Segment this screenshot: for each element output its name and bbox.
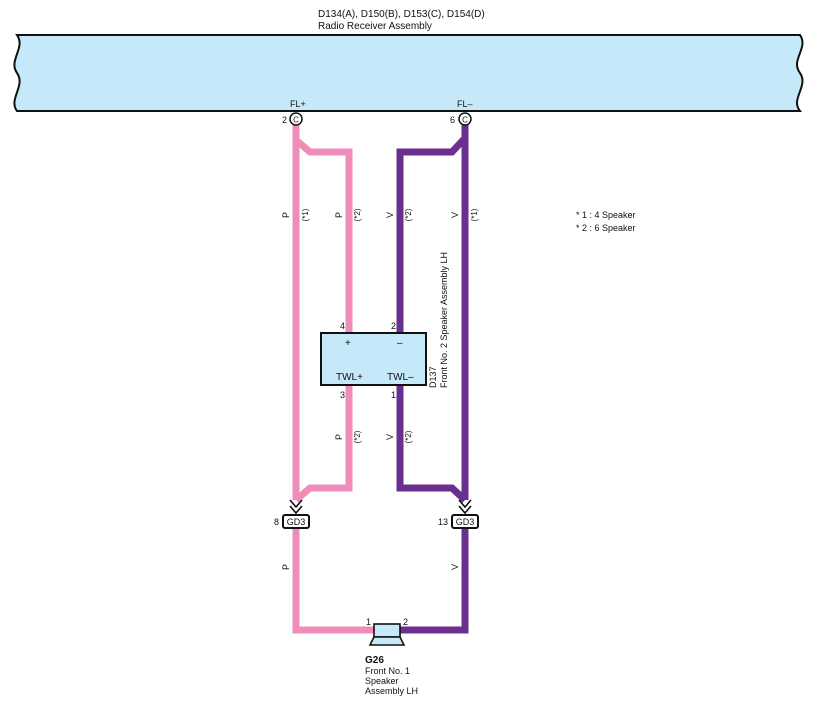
speaker-name-line1: Front No. 1 — [365, 666, 410, 676]
junction-right-label: GD3 — [456, 517, 475, 527]
wire-label-p: P — [334, 212, 344, 218]
wire-label-star2: (*2) — [404, 208, 413, 221]
tweeter-twl-plus: TWL+ — [336, 372, 363, 383]
tweeter-pin-4: 4 — [340, 321, 345, 331]
wire-label-v: V — [450, 212, 460, 218]
wire-label-v: V — [385, 434, 395, 440]
wire-label-v: V — [450, 564, 460, 570]
wire-label-p: P — [281, 212, 291, 218]
radio-assembly-name: Radio Receiver Assembly — [318, 21, 432, 32]
wire-v-to-speaker — [400, 528, 469, 634]
speaker-name-line3: Assembly LH — [365, 686, 418, 696]
svg-text:C: C — [462, 116, 468, 125]
speaker-id: G26 — [365, 655, 384, 666]
tweeter-pin-2: 2 — [391, 321, 396, 331]
wire-label-star1: (*1) — [470, 208, 479, 221]
tweeter-twl-minus: TWL– — [387, 372, 414, 383]
speaker-magnet — [373, 623, 401, 638]
speaker-cone — [368, 636, 406, 646]
tweeter-pin-1: 1 — [391, 390, 396, 400]
svg-text:C: C — [293, 116, 299, 125]
fl-plus-connector: C — [289, 112, 303, 126]
fl-plus-pin-number: 2 — [282, 115, 287, 125]
tweeter-id: D137 — [428, 366, 438, 388]
fl-minus-connector: C — [458, 112, 472, 126]
wire-label-star1: (*1) — [301, 208, 310, 221]
junction-left-pin: 8 — [274, 517, 279, 527]
wire-p-to-tweeter-plus — [293, 137, 353, 333]
radio-receiver-assembly — [13, 34, 804, 112]
speaker-name-line2: Speaker — [365, 676, 399, 686]
junction-left-label: GD3 — [287, 517, 306, 527]
tweeter-minus-symbol: – — [397, 338, 403, 349]
wiring-diagram: D134(A), D150(B), D153(C), D154(D) Radio… — [13, 9, 804, 696]
note-4-speaker: * 1 : 4 Speaker — [576, 210, 636, 220]
wire-label-p: P — [281, 564, 291, 570]
junction-right-pin: 13 — [438, 517, 448, 527]
wire-label-p: P — [334, 434, 344, 440]
junction-gd3-left: GD3 8 — [274, 499, 310, 529]
fl-minus-label: FL– — [457, 99, 473, 109]
fl-minus-pin-number: 6 — [450, 115, 455, 125]
tweeter-name: Front No. 2 Speaker Assembly LH — [439, 252, 449, 388]
wire-label-v: V — [385, 212, 395, 218]
wire-label-star2: (*2) — [353, 430, 362, 443]
tweeter-pin-3: 3 — [340, 390, 345, 400]
wire-label-star2: (*2) — [404, 430, 413, 443]
tweeter-plus-symbol: + — [345, 338, 351, 349]
junction-gd3-right: GD3 13 — [438, 499, 479, 529]
speaker-pin-2: 2 — [403, 617, 408, 627]
fl-plus-label: FL+ — [290, 99, 306, 109]
wire-p-to-speaker — [292, 528, 374, 634]
speaker-pin-1: 1 — [366, 617, 371, 627]
wire-p-from-twl-plus — [293, 385, 353, 503]
note-6-speaker: * 2 : 6 Speaker — [576, 223, 636, 233]
tweeter-component-d137: 4 2 + – TWL+ TWL– 3 1 D137 Front No. 2 S… — [320, 252, 449, 400]
connector-ids: D134(A), D150(B), D153(C), D154(D) — [318, 9, 485, 20]
wire-label-star2: (*2) — [353, 208, 362, 221]
wire-v-to-tweeter-minus — [396, 135, 468, 333]
